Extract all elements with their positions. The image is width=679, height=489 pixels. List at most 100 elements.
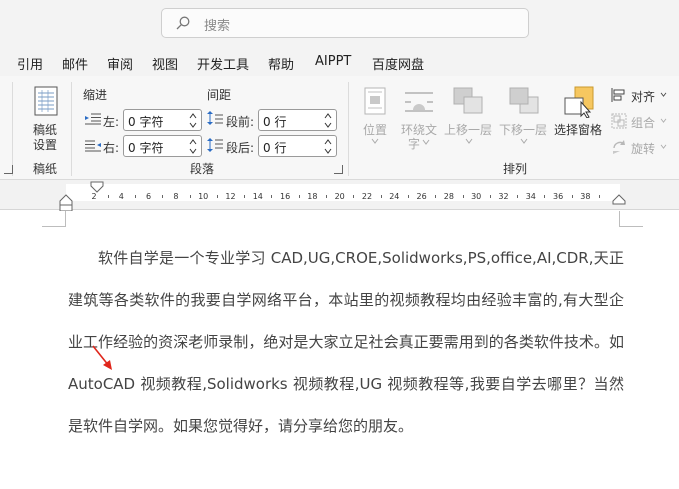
ruler-tick-label: 8 (173, 192, 179, 201)
bring-forward-label[interactable]: 上移一层 (444, 121, 492, 138)
spacing-before-input[interactable]: 0 行 (258, 109, 337, 131)
ruler-tick-label: 16 (280, 192, 291, 201)
title-bar: 搜索 (0, 0, 679, 48)
ruler-tick-label: 28 (443, 192, 454, 201)
draft-paper-icon[interactable] (34, 86, 58, 116)
bring-forward-icon[interactable] (453, 87, 483, 115)
tab-help[interactable]: 帮助 (268, 54, 294, 73)
chevron-down-icon (371, 138, 379, 144)
spin-down-icon[interactable] (189, 148, 197, 154)
group-label[interactable]: 组合 (631, 114, 655, 131)
spin-down-icon[interactable] (189, 122, 197, 128)
ribbon: 稿纸 设置 稿纸 缩进 间距 左: 0 字符 右: 0 字符 段前: 0 行 段… (0, 76, 679, 180)
first-line-indent-marker-icon[interactable] (90, 181, 104, 193)
ribbon-edge (12, 82, 13, 176)
ruler-tick-label: 38 (580, 192, 591, 201)
ruler-minor-tick (326, 195, 328, 198)
spacing-after-icon (207, 138, 223, 152)
selection-pane-label[interactable]: 选择窗格 (554, 121, 602, 138)
spacing-after-value: 0 行 (263, 141, 287, 155)
tab-mailings[interactable]: 邮件 (62, 54, 88, 73)
tab-developer[interactable]: 开发工具 (197, 54, 249, 73)
spin-down-icon[interactable] (324, 148, 332, 154)
ruler-tick-label: 18 (307, 192, 318, 201)
indent-left-value: 0 字符 (128, 115, 164, 129)
align-icon[interactable] (611, 87, 627, 103)
spin-up-icon[interactable] (324, 139, 332, 145)
spacing-before-value: 0 行 (263, 115, 287, 129)
ruler-minor-tick (189, 195, 191, 198)
send-backward-label[interactable]: 下移一层 (499, 121, 547, 138)
ruler-minor-tick (462, 195, 464, 198)
selection-pane-icon[interactable] (564, 86, 594, 118)
wrap-text-icon[interactable] (404, 90, 434, 114)
rotate-icon[interactable] (611, 139, 627, 155)
ruler-minor-tick (216, 195, 218, 198)
ruler-minor-tick (353, 195, 355, 198)
spin-up-icon[interactable] (324, 113, 332, 119)
ruler-minor-tick (407, 195, 409, 198)
arrange-group-label: 排列 (503, 162, 528, 176)
spin-down-icon[interactable] (324, 122, 332, 128)
chevron-down-icon (465, 138, 473, 144)
ruler-tick-label: 36 (553, 192, 564, 201)
hanging-indent-marker-icon[interactable] (59, 194, 73, 212)
ruler-minor-tick (107, 195, 109, 198)
indent-left-label: 左: (103, 115, 120, 129)
spin-up-icon[interactable] (189, 113, 197, 119)
wrap-text-label-2[interactable]: 字 (408, 135, 420, 152)
document-paragraph[interactable]: 软件自学是一个专业学习 CAD,UG,CROE,Solidworks,PS,of… (68, 237, 624, 447)
ruler-tick-label: 2 (91, 192, 97, 201)
tab-review[interactable]: 审阅 (107, 54, 133, 73)
indent-left-input[interactable]: 0 字符 (123, 109, 202, 131)
spacing-after-input[interactable]: 0 行 (258, 135, 337, 157)
document-page[interactable]: 软件自学是一个专业学习 CAD,UG,CROE,Solidworks,PS,of… (0, 211, 679, 489)
position-label[interactable]: 位置 (363, 121, 387, 138)
ruler-minor-tick (244, 195, 246, 198)
right-indent-marker-icon[interactable] (612, 194, 626, 206)
ruler-minor-tick (571, 195, 573, 198)
spin-up-icon[interactable] (189, 139, 197, 145)
ruler-area: 2 4 6 8 10 12 14 16 18 20 22 24 26 28 30 32 34 36 38 (0, 180, 679, 212)
tab-view[interactable]: 视图 (152, 54, 178, 73)
margin-corner-right (619, 211, 643, 227)
ruler-minor-tick (162, 195, 164, 198)
ruler-tick-label: 32 (498, 192, 509, 201)
chevron-down-icon (660, 144, 667, 149)
chevron-down-icon (422, 139, 430, 145)
position-icon[interactable] (364, 87, 386, 115)
tab-baidu-netdisk[interactable]: 百度网盘 (372, 54, 424, 73)
ruler-tick-label: 26 (416, 192, 427, 201)
spacing-before-label: 段前: (226, 115, 255, 129)
horizontal-ruler[interactable]: 2 4 6 8 10 12 14 16 18 20 22 24 26 28 30 32 34 36 38 (66, 184, 620, 201)
ribbon-tabs: 引用 邮件 审阅 视图 开发工具 帮助 AIPPT 百度网盘 (0, 48, 679, 76)
search-box[interactable]: 搜索 (161, 8, 529, 38)
draft-group-launcher[interactable] (4, 165, 13, 174)
chevron-down-icon (660, 92, 667, 97)
ruler-minor-tick (489, 195, 491, 198)
tab-references[interactable]: 引用 (17, 54, 43, 73)
ruler-minor-tick (271, 195, 273, 198)
align-label[interactable]: 对齐 (631, 88, 655, 105)
group-icon[interactable] (611, 113, 627, 129)
draft-group-label: 稿纸 (33, 162, 58, 176)
ruler-minor-tick (599, 195, 601, 198)
ruler-tick-label: 30 (471, 192, 482, 201)
send-backward-icon[interactable] (509, 87, 539, 115)
indent-right-input[interactable]: 0 字符 (123, 135, 202, 157)
ruler-tick-label: 10 (198, 192, 209, 201)
ruler-minor-tick (544, 195, 546, 198)
ruler-tick-label: 4 (118, 192, 124, 201)
ruler-tick-label: 34 (525, 192, 536, 201)
search-icon (176, 16, 190, 30)
rotate-label[interactable]: 旋转 (631, 140, 655, 157)
tab-aippt[interactable]: AIPPT (315, 54, 351, 69)
chevron-down-icon (520, 138, 528, 144)
indent-right-icon (85, 140, 101, 152)
spacing-header: 间距 (207, 88, 232, 102)
paragraph-group-launcher[interactable] (334, 165, 343, 174)
ruler-tick-label: 12 (225, 192, 236, 201)
indent-header: 缩进 (83, 88, 108, 102)
ruler-tick-label: 22 (361, 192, 373, 201)
draft-settings-label-2[interactable]: 设置 (33, 136, 57, 153)
